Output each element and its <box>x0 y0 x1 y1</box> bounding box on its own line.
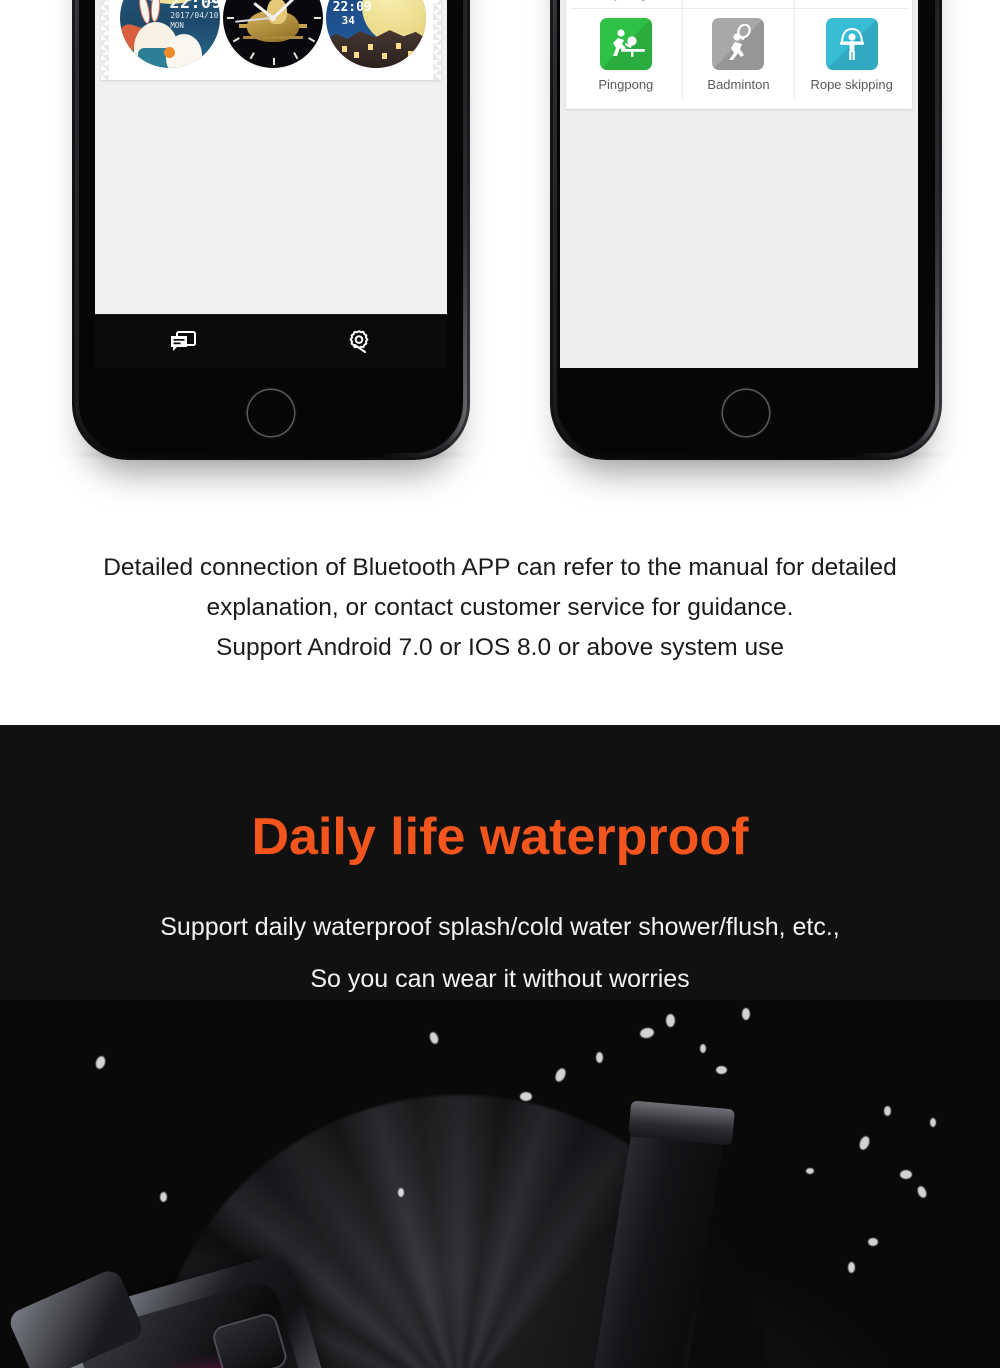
sport-item-rope-skipping[interactable]: Rope skipping <box>795 9 908 99</box>
watch-face-gold-analog[interactable] <box>222 0 323 68</box>
dial3-time: 22:09 <box>332 0 372 15</box>
water-droplet <box>520 1092 532 1101</box>
nav-slot-chat[interactable] <box>95 330 271 353</box>
window-light <box>341 46 347 52</box>
water-droplet <box>553 1066 568 1084</box>
watch-face-moon-town[interactable]: MON 22:09 34 <box>325 0 426 68</box>
dial-tick <box>293 52 299 60</box>
caption-line-3: Support Android 7.0 or IOS 8.0 or above … <box>216 634 784 661</box>
dial1-seconds: 34 <box>208 0 220 6</box>
water-droplet <box>915 1184 929 1200</box>
dial-tick <box>249 52 255 60</box>
sport-item-pingpong[interactable]: Pingpong <box>570 9 683 99</box>
right-phone-home-button[interactable] <box>723 390 769 436</box>
hand-pin <box>269 15 276 21</box>
water-droplet <box>857 1134 872 1152</box>
sport-label: Badminton <box>707 77 770 92</box>
right-phone-mockup: ↓ 0.0 BPM HRM <box>550 0 942 460</box>
left-phone-screen: START Health 8 Step 0.0 Kcal <box>95 0 447 368</box>
water-droplet <box>160 1192 167 1202</box>
water-droplet <box>428 1030 440 1046</box>
sport-label: Pingpong <box>598 77 654 92</box>
dial-face-row: 22:09 34 2017/04/10 MON 22:09 34 <box>113 0 433 68</box>
sport-label: Cycling <box>605 0 648 1</box>
sport-item-football[interactable]: Football <box>795 0 908 9</box>
window-light <box>381 53 387 59</box>
water-droplet <box>900 1170 912 1179</box>
gold-bar-decor <box>242 36 303 39</box>
dial-tick <box>272 58 275 65</box>
dial-tick <box>313 17 321 19</box>
sport-item-basketball[interactable]: Basketball <box>682 0 796 9</box>
left-phone-mockup: START Health 8 Step 0.0 Kcal <box>72 0 470 460</box>
sport-label: Rope skipping <box>810 77 893 92</box>
waterproof-heading: Daily life waterproof <box>251 808 749 866</box>
water-droplet <box>398 1188 404 1197</box>
water-droplet <box>884 1106 891 1116</box>
water-droplet <box>930 1118 936 1127</box>
window-light <box>367 44 373 50</box>
caption-line-1: Detailed connection of Bluetooth APP can… <box>103 554 897 581</box>
caption-line-2: explanation, or contact customer service… <box>206 594 794 621</box>
sports-modes-card: Running <box>566 0 912 109</box>
waterproof-subtitle-2: So you can wear it without worries <box>310 965 690 993</box>
dial3-seconds: 34 <box>341 14 355 27</box>
sport-label: Basketball <box>709 0 769 1</box>
dial-tick <box>232 37 240 43</box>
sport-label: Football <box>829 0 875 1</box>
dial1-date: 2017/04/10 <box>170 11 219 20</box>
window-light <box>353 52 359 58</box>
gear-icon[interactable] <box>346 329 372 355</box>
right-phone-screen: ↓ 0.0 BPM HRM <box>560 0 918 368</box>
dial-card[interactable]: Dial 22:09 34 2017/04/10 MO <box>100 0 442 80</box>
dial-tick <box>226 17 234 19</box>
sports-grid: Running <box>570 0 908 99</box>
sport-item-badminton[interactable]: Badminton <box>683 9 796 99</box>
water-droplet <box>868 1238 878 1246</box>
pingpong-icon[interactable] <box>599 18 652 70</box>
sport-item-cycling[interactable]: Cycling <box>570 0 683 9</box>
water-droplet <box>700 1044 706 1053</box>
chat-icon[interactable] <box>170 330 196 353</box>
dial1-day: MON <box>170 21 184 30</box>
caption-section: Detailed connection of Bluetooth APP can… <box>0 470 1000 725</box>
water-droplet <box>716 1066 727 1074</box>
water-droplet <box>848 1262 855 1273</box>
rabbit-ear-icon <box>150 0 162 23</box>
waterproof-watch-photo <box>0 1000 1000 1368</box>
app-bottom-navbar <box>95 314 447 368</box>
waterproof-section: Daily life waterproof Support daily wate… <box>0 725 1000 1368</box>
left-phone-home-button[interactable] <box>248 390 294 436</box>
water-droplet <box>639 1026 655 1040</box>
water-droplet <box>806 1168 814 1174</box>
water-droplet <box>742 1008 750 1020</box>
badminton-icon[interactable] <box>712 18 765 70</box>
water-droplet <box>94 1054 107 1071</box>
water-droplet <box>666 1014 675 1027</box>
waterproof-subtitle-1: Support daily waterproof splash/cold wat… <box>160 913 840 941</box>
window-light <box>395 43 401 49</box>
window-light <box>407 51 413 57</box>
rope-skipping-icon[interactable] <box>825 18 878 70</box>
nav-slot-settings[interactable] <box>271 329 447 355</box>
watch-face-rabbit-moon[interactable]: 22:09 34 2017/04/10 MON <box>120 0 221 68</box>
water-droplet <box>596 1052 603 1063</box>
dial-tick <box>308 37 316 43</box>
